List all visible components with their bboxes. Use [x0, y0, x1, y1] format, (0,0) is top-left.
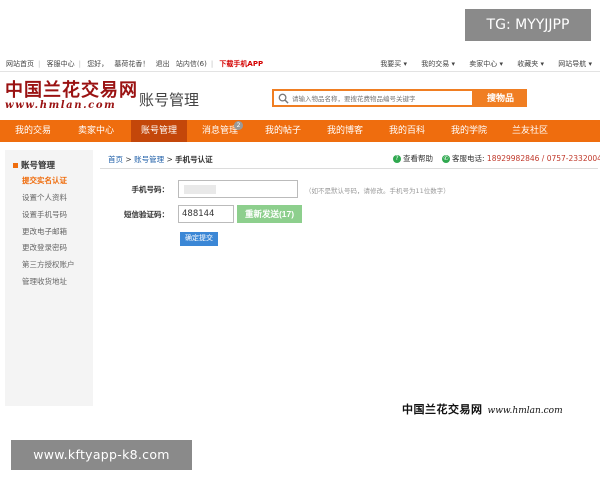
topbar-menu-favorites[interactable]: 收藏夹 ▾ — [517, 60, 544, 68]
sidebar-item-profile[interactable]: 设置个人资料 — [22, 192, 67, 203]
sidebar-item-phone[interactable]: 设置手机号码 — [22, 209, 67, 220]
topbar-link-service[interactable]: 客服中心 — [47, 60, 75, 68]
sms-code-input[interactable] — [178, 205, 234, 223]
help-link-label: 查看帮助 — [403, 154, 433, 163]
phone-hint: （如不是默认号码，请修改。手机号为11位数字） — [305, 187, 450, 195]
sidebar-item-address[interactable]: 管理收货地址 — [22, 276, 67, 287]
nav-tab-community[interactable]: 兰友社区 — [505, 120, 555, 142]
breadcrumb-section[interactable]: 账号管理 — [134, 155, 164, 164]
page-title: 账号管理 — [139, 91, 200, 109]
bullet-icon — [13, 163, 18, 168]
message-count-badge: 2 — [234, 121, 243, 130]
search-input[interactable] — [292, 92, 470, 105]
phone-number: 18929982846 / 0757-23320046 — [486, 154, 600, 163]
topbar-menu-seller[interactable]: 卖家中心 ▾ — [469, 60, 503, 68]
nav-tab-messages-label: 消息管理 — [201, 126, 238, 136]
topbar-inbox-link[interactable]: 站内信(6) — [176, 60, 207, 68]
top-utility-bar: 网站首页 | 客服中心 | 您好， 墓荷花香！ 退出 站内信(6) | 下载手机APP… — [0, 55, 600, 72]
tg-watermark-label: TG: MYYJJPP — [465, 9, 591, 41]
nav-tab-account-management[interactable]: 账号管理 — [131, 120, 187, 142]
topbar-divider: | — [38, 60, 41, 68]
sidebar-item-email[interactable]: 更改电子邮箱 — [22, 226, 67, 237]
redacted-phone-value — [184, 185, 216, 194]
nav-tab-my-blog[interactable]: 我的博客 — [320, 120, 370, 142]
topbar-divider: | — [78, 60, 81, 68]
phone-label: 客服电话: — [452, 154, 485, 163]
phone-icon: ✆ — [442, 155, 450, 163]
nav-tab-my-academy[interactable]: 我的学院 — [444, 120, 494, 142]
sms-code-label: 短信验证码： — [124, 210, 169, 219]
topbar-right-menus: 我要买 ▾ 我的交易 ▾ 卖家中心 ▾ 收藏夹 ▾ 网站导航 ▾ — [368, 59, 592, 69]
site-watermark: 中国兰花交易网 www.hmlan.com — [402, 401, 563, 417]
question-icon: ? — [393, 155, 401, 163]
logo-domain-text: www.hmlan.com — [5, 100, 117, 111]
sidebar-item-third-party[interactable]: 第三方授权账户 — [22, 259, 75, 270]
page: TG: MYYJJPP 网站首页 | 客服中心 | 您好， 墓荷花香！ 退出 站内信… — [0, 0, 600, 480]
topbar-link-home[interactable]: 网站首页 — [6, 60, 34, 68]
resend-code-button[interactable]: 重新发送(17) — [237, 205, 302, 223]
topbar-menu-sitemap[interactable]: 网站导航 ▾ — [558, 60, 592, 68]
nav-tab-my-posts[interactable]: 我的帖子 — [258, 120, 308, 142]
sidebar-title-label: 账号管理 — [21, 161, 56, 171]
main-nav: 我的交易 卖家中心 账号管理 消息管理 2 我的帖子 我的博客 我的百科 我的学… — [0, 120, 600, 142]
submit-button[interactable]: 确定提交 — [180, 232, 218, 246]
url-watermark-label: www.kftyapp-k8.com — [11, 440, 192, 470]
nav-tab-messages[interactable]: 消息管理 2 — [195, 120, 245, 142]
topbar-left-links: 网站首页 | 客服中心 | 您好， 墓荷花香！ 退出 站内信(6) | 下载手机APP — [6, 59, 267, 69]
topbar-logout-link[interactable]: 退出 — [156, 60, 170, 68]
watermark-domain: www.hmlan.com — [487, 406, 563, 416]
topbar-greeting: 您好， — [87, 60, 109, 68]
sidebar-item-password[interactable]: 更改登录密码 — [22, 242, 67, 253]
help-link[interactable]: ? 查看帮助 — [393, 153, 433, 164]
logo-chinese-text: 中国兰花交易网 — [5, 80, 138, 101]
account-sidebar: 账号管理 提交实名认证 设置个人资料 设置手机号码 更改电子邮箱 更改登录密码 … — [5, 150, 93, 406]
main-content: 首页 > 账号管理 > 手机号认证 ? 查看帮助 ✆ 客服电话: 189299828… — [100, 150, 600, 270]
nav-tab-my-wiki[interactable]: 我的百科 — [382, 120, 432, 142]
watermark-chinese: 中国兰花交易网 — [402, 403, 483, 416]
nav-tab-my-trades[interactable]: 我的交易 — [8, 120, 58, 142]
topbar-download-app-link[interactable]: 下载手机APP — [219, 60, 263, 68]
nav-tab-seller-center[interactable]: 卖家中心 — [70, 120, 122, 142]
topbar-menu-buy[interactable]: 我要买 ▾ — [380, 60, 407, 68]
topbar-menu-trades[interactable]: 我的交易 ▾ — [421, 60, 455, 68]
customer-service-phone: ✆ 客服电话: 18929982846 / 0757-23320046 — [442, 153, 600, 164]
sidebar-item-real-name-verification[interactable]: 提交实名认证 — [22, 175, 67, 186]
phone-number-label: 手机号码： — [131, 185, 170, 194]
site-logo[interactable]: 中国兰花交易网 www.hmlan.com — [5, 80, 138, 115]
breadcrumb: 首页 > 账号管理 > 手机号认证 — [108, 154, 213, 165]
topbar-username[interactable]: 墓荷花香！ — [114, 60, 149, 68]
search-button[interactable]: 搜物品 — [474, 89, 527, 107]
site-header: 中国兰花交易网 www.hmlan.com 账号管理 搜物品 — [0, 73, 600, 119]
breadcrumb-home[interactable]: 首页 — [108, 155, 123, 164]
sidebar-title: 账号管理 — [13, 159, 55, 171]
phone-number-input[interactable] — [178, 180, 298, 198]
search-box — [272, 89, 474, 107]
breadcrumb-bar: 首页 > 账号管理 > 手机号认证 ? 查看帮助 ✆ 客服电话: 189299828… — [100, 150, 600, 169]
breadcrumb-current: 手机号认证 — [175, 155, 213, 164]
breadcrumb-separator: > — [166, 155, 173, 164]
breadcrumb-separator: > — [125, 155, 132, 164]
search-icon — [278, 93, 289, 104]
topbar-divider: | — [210, 60, 214, 68]
